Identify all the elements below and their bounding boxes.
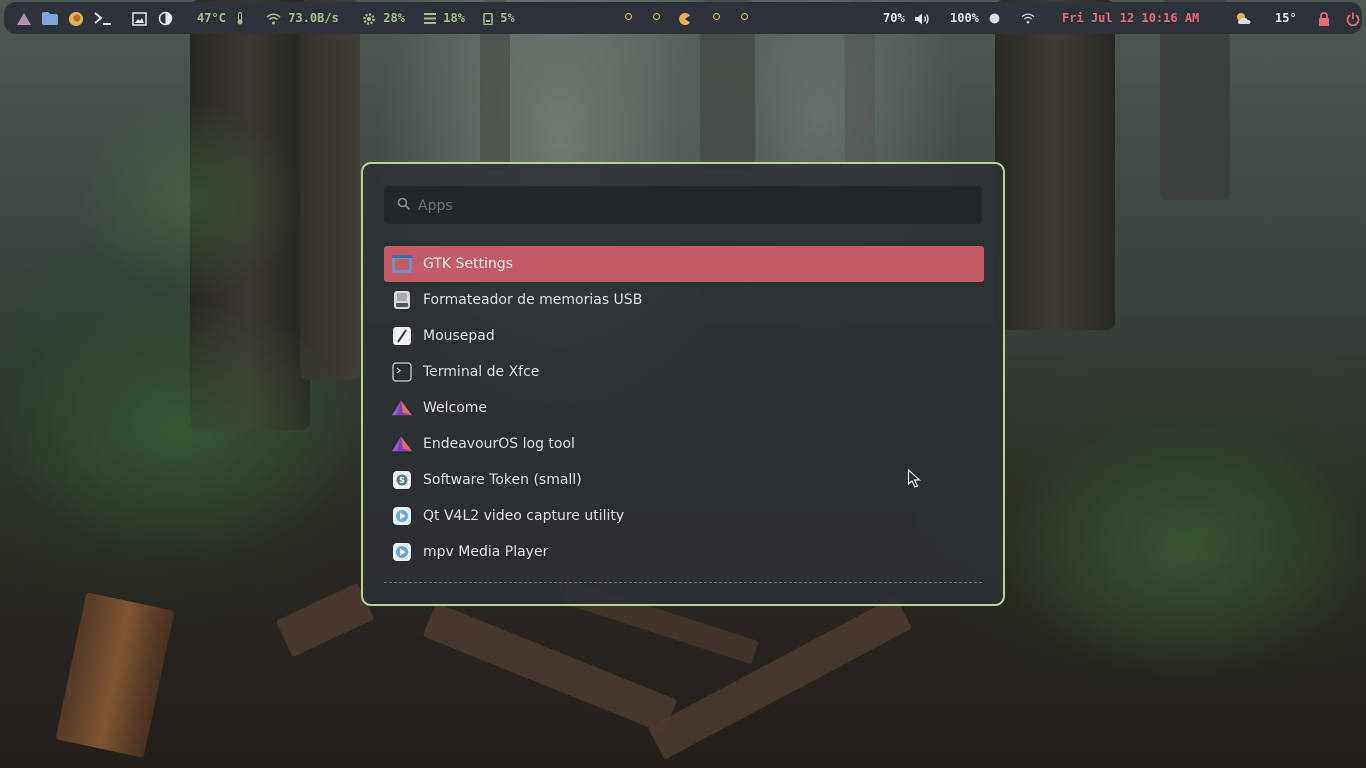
app-list: GTK Settings Formateador de memorias USB… [384, 246, 984, 570]
video-play-icon [391, 505, 413, 527]
firefox-icon[interactable] [68, 2, 84, 34]
app-launcher: GTK Settings Formateador de memorias USB… [361, 162, 1005, 606]
app-item-label: Qt V4L2 video capture utility [423, 508, 625, 524]
app-item-label: GTK Settings [423, 256, 513, 272]
workspace-2-indicator[interactable] [653, 13, 660, 20]
usb-drive-icon [391, 289, 413, 311]
endeavouros-icon [391, 433, 413, 455]
weather-temperature: 15° [1275, 11, 1297, 25]
speaker-icon [914, 13, 929, 24]
app-search-input[interactable] [416, 186, 970, 226]
app-item-label: Formateador de memorias USB [423, 292, 643, 308]
partly-cloudy-icon [1235, 2, 1252, 34]
search-icon [397, 197, 411, 211]
app-item-label: Terminal de Xfce [423, 364, 540, 380]
theme-toggle-icon[interactable] [158, 2, 173, 34]
endeavouros-menu-icon[interactable] [16, 2, 32, 34]
battery-dot-icon [989, 13, 1000, 24]
list-cut-divider [384, 582, 982, 583]
memory-value: 18% [443, 11, 465, 25]
app-item-usb-formatter[interactable]: Formateador de memorias USB [384, 282, 984, 318]
workspace-5-indicator[interactable] [741, 13, 748, 20]
workspace-1-indicator[interactable] [625, 13, 632, 20]
workspace-4-indicator[interactable] [713, 13, 720, 20]
file-manager-icon[interactable] [42, 2, 58, 34]
disk-usage: 5% [483, 2, 515, 34]
disk-value: 5% [500, 11, 515, 25]
app-item-mousepad[interactable]: Mousepad [384, 318, 984, 354]
terminal-launcher-icon[interactable] [94, 2, 112, 34]
app-item-endeavouros-log-tool[interactable]: EndeavourOS log tool [384, 426, 984, 462]
power-icon[interactable] [1346, 2, 1360, 34]
battery-status: 100% [950, 2, 1000, 34]
network-status[interactable]: 73.0B/s [266, 2, 339, 34]
workspace-3-active-icon[interactable] [679, 2, 691, 34]
app-item-xfce-terminal[interactable]: Terminal de Xfce [384, 354, 984, 390]
image-viewer-icon[interactable] [132, 2, 147, 34]
app-item-label: Mousepad [423, 328, 495, 344]
cpu-temperature: 47°C [197, 2, 244, 34]
wifi-icon [266, 13, 281, 24]
app-item-welcome[interactable]: Welcome [384, 390, 984, 426]
app-item-qt-v4l2[interactable]: Qt V4L2 video capture utility [384, 498, 984, 534]
video-play-icon [391, 541, 413, 563]
app-item-label: mpv Media Player [423, 544, 549, 560]
volume-value: 70% [883, 11, 905, 25]
wifi-status-icon[interactable] [1021, 2, 1035, 34]
clock[interactable]: Fri Jul 12 10:16 AM [1062, 2, 1199, 34]
app-item-mpv[interactable]: mpv Media Player [384, 534, 984, 570]
app-item-gtk-settings[interactable]: GTK Settings [384, 246, 984, 282]
terminal-icon [391, 361, 413, 383]
software-token-icon: S [391, 469, 413, 491]
lock-icon[interactable] [1318, 2, 1330, 34]
top-panel: 47°C 73.0B/s 28% 18% 5% 70% 100% Fri Jul… [4, 2, 1362, 34]
app-item-label: Software Token (small) [423, 472, 582, 488]
endeavouros-icon [391, 397, 413, 419]
cpu-value: 28% [383, 11, 405, 25]
network-speed-value: 73.0B/s [288, 11, 339, 25]
temperature-value: 47°C [197, 11, 226, 25]
battery-value: 100% [950, 11, 979, 25]
app-search-box[interactable] [384, 186, 982, 226]
memory-usage: 18% [424, 2, 465, 34]
memory-icon [424, 13, 436, 24]
volume-control[interactable]: 70% [883, 2, 931, 34]
svg-text:S: S [399, 476, 405, 485]
app-item-label: EndeavourOS log tool [423, 436, 575, 452]
app-item-label: Welcome [423, 400, 488, 416]
gtk-settings-icon [391, 253, 413, 275]
cpu-icon [363, 12, 375, 25]
cpu-usage: 28% [362, 2, 405, 34]
thermometer-icon [237, 12, 243, 25]
app-item-software-token[interactable]: S Software Token (small) [384, 462, 984, 498]
mouse-cursor-icon [907, 468, 923, 493]
mousepad-icon [391, 325, 413, 347]
list-overflow-edge [384, 574, 982, 588]
disk-icon [483, 12, 493, 25]
